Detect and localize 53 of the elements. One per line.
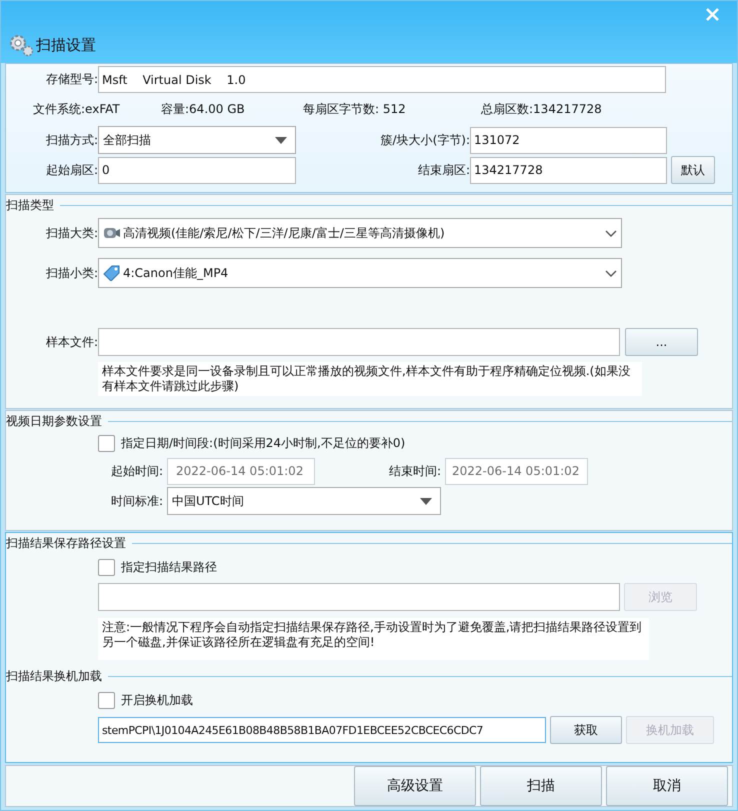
start-sector-field[interactable]: 0 xyxy=(98,156,296,184)
dialog-button[interactable]: 高级设置 xyxy=(354,766,476,806)
dialog-button[interactable]: 取消 xyxy=(606,766,728,806)
dropdown-arrow-icon xyxy=(420,498,432,504)
field-label: 样本文件: xyxy=(44,334,98,350)
tag-icon xyxy=(103,265,121,281)
machine-code-field[interactable]: stemPCPI\1J0104A245E61B08B48B58B1BA07FD1EBCEE52CBCEC6CDC7 xyxy=(98,717,546,743)
field-label: 扫描方式: xyxy=(44,132,98,148)
camera-icon xyxy=(103,225,121,241)
close-icon[interactable] xyxy=(706,8,719,20)
checkbox-label: 指定日期/时间段:(时间采用24小时制,不足位的要补0) xyxy=(121,435,406,452)
window-title: 扫描设置 xyxy=(36,36,96,54)
disk-info-text: 容量:64.00 GB xyxy=(161,100,246,118)
field-label: 扫描大类: xyxy=(44,224,98,242)
field-label: 结束时间: xyxy=(388,462,441,480)
fetch-button[interactable]: 获取 xyxy=(550,716,622,744)
sample-note: 样本文件要求是同一设备录制且可以正常播放的视频文件,样本文件有助于程序精确定位视频.(如果没有样本文件请跳过此步骤) xyxy=(98,362,642,396)
result-path-field[interactable] xyxy=(98,583,620,611)
category-dropdown[interactable]: 高清视频(佳能/索尼/松下/三洋/尼康/富士/三星等高清摄像机) xyxy=(98,218,622,248)
section-title: 视频日期参数设置 xyxy=(6,412,103,430)
model-field[interactable]: Msft Virtual Disk 1.0 xyxy=(98,66,666,93)
end-sector-field[interactable]: 134217728 xyxy=(470,156,667,184)
checkbox[interactable] xyxy=(98,559,115,576)
disk-info-text: 每扇区字节数: 512 xyxy=(303,100,407,118)
chevron-down-icon xyxy=(605,270,617,276)
chevron-down-icon xyxy=(605,230,617,236)
time-standard-dropdown[interactable]: 中国UTC时间 xyxy=(167,487,441,515)
field-label: 存储型号: xyxy=(44,71,98,88)
field-label: 起始时间: xyxy=(110,462,163,480)
disk-info-text: 总扇区数:134217728 xyxy=(481,100,603,118)
field-label: 起始扇区: xyxy=(44,162,98,178)
scan-mode-dropdown[interactable]: 全部扫描 xyxy=(98,126,296,154)
gear-icon xyxy=(8,33,34,57)
section-title: 扫描结果换机加载 xyxy=(6,668,103,684)
dialog-button[interactable]: 扫描 xyxy=(480,766,602,806)
sample-file-field[interactable] xyxy=(98,328,620,356)
checkbox-label: 指定扫描结果路径 xyxy=(121,559,217,576)
section-title: 扫描类型 xyxy=(6,196,55,214)
save-path-note: 注意:一般情况下程序会自动指定扫描结果保存路径,手动设置时为了避免覆盖,请把扫描结果路径设置到另一个磁盘,并保证该路径所在逻辑盘有充足的空间! xyxy=(98,618,649,660)
default-button[interactable]: 默认 xyxy=(671,156,715,184)
browse-button[interactable]: ... xyxy=(625,328,698,356)
checkbox-label: 开启换机加载 xyxy=(121,692,193,709)
checkbox[interactable] xyxy=(98,692,115,709)
disk-info-text: 文件系统:exFAT xyxy=(32,100,121,118)
section-title: 扫描结果保存路径设置 xyxy=(6,534,127,552)
cluster-size-field[interactable]: 131072 xyxy=(470,126,667,154)
field-label: 时间标准: xyxy=(110,492,163,510)
field-label: 扫描小类: xyxy=(44,264,98,282)
field-label: 簇/块大小(字节): xyxy=(380,132,470,148)
subcategory-dropdown[interactable]: 4:Canon佳能_MP4 xyxy=(98,258,622,288)
field-label: 结束扇区: xyxy=(416,162,470,178)
dropdown-arrow-icon xyxy=(275,136,287,144)
checkbox[interactable] xyxy=(98,435,115,452)
